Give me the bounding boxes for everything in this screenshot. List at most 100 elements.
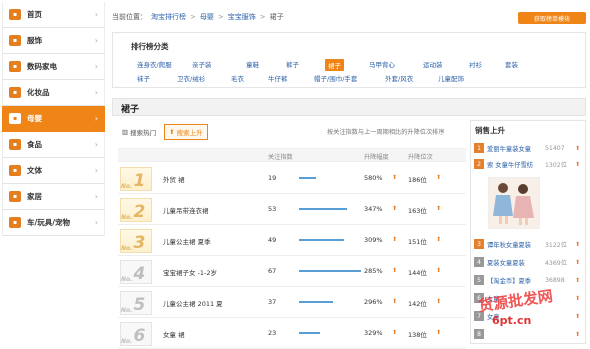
attention-bar — [299, 177, 316, 179]
sales-item[interactable]: 8 ⬆ — [474, 327, 584, 341]
sales-item-value: 51407 — [545, 144, 565, 152]
category-link[interactable]: 连身衣/爬服 — [137, 59, 172, 69]
breadcrumb-sep: > — [259, 13, 266, 21]
category-link[interactable]: 童鞋 — [246, 59, 259, 69]
category-link[interactable]: 外套/风衣 — [385, 73, 413, 83]
sales-item[interactable]: 2 索 女童牛仔雪纺 1302位 ⬆ — [474, 157, 584, 171]
sales-item-name[interactable]: 夏装女童夏装 — [487, 258, 545, 267]
rank-number: 4 — [133, 264, 146, 284]
category-link[interactable]: 儿童配饰 — [438, 73, 464, 83]
chevron-right-icon: › — [94, 218, 98, 227]
position-change: 142位 — [408, 300, 427, 308]
food-icon: ▪ — [9, 139, 21, 150]
sidebar-item[interactable]: ▪ 首页 › — [2, 2, 105, 28]
sidebar-item[interactable]: ▪ 家居 › — [2, 184, 105, 210]
category-link[interactable]: 亲子装 — [192, 59, 212, 69]
up-arrow-icon: ⬆ — [392, 236, 398, 243]
sales-item[interactable]: 3 谭年秋女童夏装 3122位 ⬆ — [474, 237, 584, 251]
chevron-right-icon: › — [94, 114, 98, 123]
home-icon: ▪ — [9, 9, 21, 20]
attention-index: 49 — [268, 236, 277, 244]
rank-prefix: No. — [121, 183, 133, 190]
up-arrow-icon: ⬆ — [392, 329, 398, 336]
sidebar-item[interactable]: ▪ 车/玩具/宠物 › — [2, 210, 105, 236]
category-link[interactable]: 帽子/围巾/手套 — [314, 73, 357, 83]
baby-icon: ▪ — [9, 113, 21, 124]
table-row: No. 6 女童 裙 23 329% ⬆ 138位 ⬆ — [118, 318, 466, 349]
category-link[interactable]: 马甲背心 — [369, 59, 395, 69]
up-arrow-icon: ⬆ — [575, 258, 581, 266]
sales-item-name[interactable]: 谭年秋女童夏装 — [487, 240, 545, 249]
category-title: 排行榜分类 — [131, 42, 169, 51]
tab-search-hot[interactable]: ▥ 搜索热门 — [118, 125, 160, 139]
clothes-icon: ▪ — [9, 35, 21, 46]
category-link[interactable]: 牛仔裤 — [268, 73, 288, 83]
up-arrow-icon: ⬆ — [575, 160, 581, 168]
change-percent: 329% — [364, 329, 383, 337]
sidebar-item[interactable]: ▪ 化妆品 › — [2, 80, 105, 106]
category-link[interactable]: 毛衣 — [231, 73, 244, 83]
category-link[interactable]: 套装 — [505, 59, 518, 69]
up-arrow-icon: ⬆ — [575, 330, 581, 338]
up-arrow-icon: ⬆ — [436, 329, 442, 336]
chart-icon: ▥ — [122, 128, 129, 136]
section-title: 裙子 — [121, 105, 140, 115]
tab-label: 搜索上升 — [176, 129, 203, 137]
sidebar-item-label: 文体 — [27, 166, 42, 175]
category-link[interactable]: 裤子 — [286, 59, 299, 69]
cosmetics-icon: ▪ — [9, 87, 21, 98]
attention-index: 37 — [268, 298, 277, 306]
sidebar-item[interactable]: ▪ 服饰 › — [2, 28, 105, 54]
category-link[interactable]: 衬衫 — [469, 59, 482, 69]
keyword-link[interactable]: 宝宝裙子女 -1-2岁 — [163, 267, 217, 277]
get-module-button[interactable]: 获取榜单模块 — [518, 12, 586, 24]
sales-item-value: 36898 — [545, 276, 565, 284]
breadcrumb-item[interactable]: 母婴 — [200, 12, 214, 22]
chevron-right-icon: › — [94, 166, 98, 175]
rank-number: 1 — [133, 171, 146, 191]
table-row: No. 3 儿童公主裙 夏季 49 309% ⬆ 151位 ⬆ — [118, 225, 466, 256]
up-arrow-icon: ⬆ — [575, 144, 581, 152]
keyword-link[interactable]: 女童 裙 — [163, 329, 185, 339]
rank-number: 3 — [133, 233, 146, 253]
sidebar-item[interactable]: ▪ 数码家电 › — [2, 54, 105, 80]
product-image[interactable] — [488, 177, 540, 229]
attention-index: 23 — [268, 329, 277, 337]
sales-item-name[interactable]: 【淘金币】夏季 — [487, 276, 545, 285]
rank-number: 5 — [133, 295, 146, 315]
rank-badge: No. 3 — [120, 229, 152, 253]
sales-item-name[interactable]: 索 女童牛仔雪纺 — [487, 160, 545, 169]
breadcrumb: 当前位置： 淘宝排行榜 > 母婴 > 宝宝服饰 > 裙子 — [112, 12, 284, 22]
sales-item-value: 3122位 — [545, 241, 567, 249]
chevron-right-icon: › — [94, 192, 98, 201]
attention-bar — [299, 270, 361, 272]
category-link[interactable]: 裙子 — [325, 59, 344, 71]
sidebar-item-label: 家居 — [27, 192, 42, 201]
keyword-link[interactable]: 儿童公主裙 2011 夏 — [163, 298, 223, 308]
sidebar-item[interactable]: ▪ 食品 › — [2, 132, 105, 158]
sales-item[interactable]: 5 【淘金币】夏季 36898 ⬆ — [474, 273, 584, 287]
attention-index: 53 — [268, 205, 277, 213]
up-arrow-icon: ⬆ — [392, 298, 398, 305]
breadcrumb-item[interactable]: 宝宝服饰 — [228, 12, 256, 22]
category-link[interactable]: 卫衣/绒衫 — [177, 73, 205, 83]
sales-item[interactable]: 4 夏装女童夏装 4369位 ⬆ — [474, 255, 584, 269]
sales-item-value: 4369位 — [545, 259, 567, 267]
sales-rank: 1 — [474, 143, 484, 153]
sales-item-name[interactable]: 爱丽牛童装女童 — [487, 144, 545, 153]
category-link[interactable]: 运动装 — [423, 59, 443, 69]
sidebar-item[interactable]: ▪ 母婴 › — [2, 106, 105, 132]
rank-badge: No. 4 — [120, 260, 152, 284]
keyword-link[interactable]: 外贸 裙 — [163, 174, 185, 184]
breadcrumb-sep: > — [190, 13, 196, 21]
category-box: 排行榜分类 连身衣/爬服 亲子装 童鞋 裤子 裙子 马甲背心 运动装 衬衫 套装袜子 卫衣/绒衫 毛… — [112, 32, 586, 88]
tab-search-rise[interactable]: ⬆ 搜索上升 — [164, 124, 208, 140]
sales-item[interactable]: 1 爱丽牛童装女童 51407 ⬆ — [474, 141, 584, 155]
keyword-link[interactable]: 儿童公主裙 夏季 — [163, 236, 211, 246]
breadcrumb-sep: > — [217, 13, 224, 21]
sidebar-item[interactable]: ▪ 文体 › — [2, 158, 105, 184]
keyword-link[interactable]: 儿童吊带连衣裙 — [163, 205, 209, 215]
breadcrumb-item[interactable]: 淘宝排行榜 — [151, 12, 186, 22]
up-arrow-icon: ⬆ — [392, 174, 398, 181]
category-link[interactable]: 袜子 — [137, 73, 150, 83]
